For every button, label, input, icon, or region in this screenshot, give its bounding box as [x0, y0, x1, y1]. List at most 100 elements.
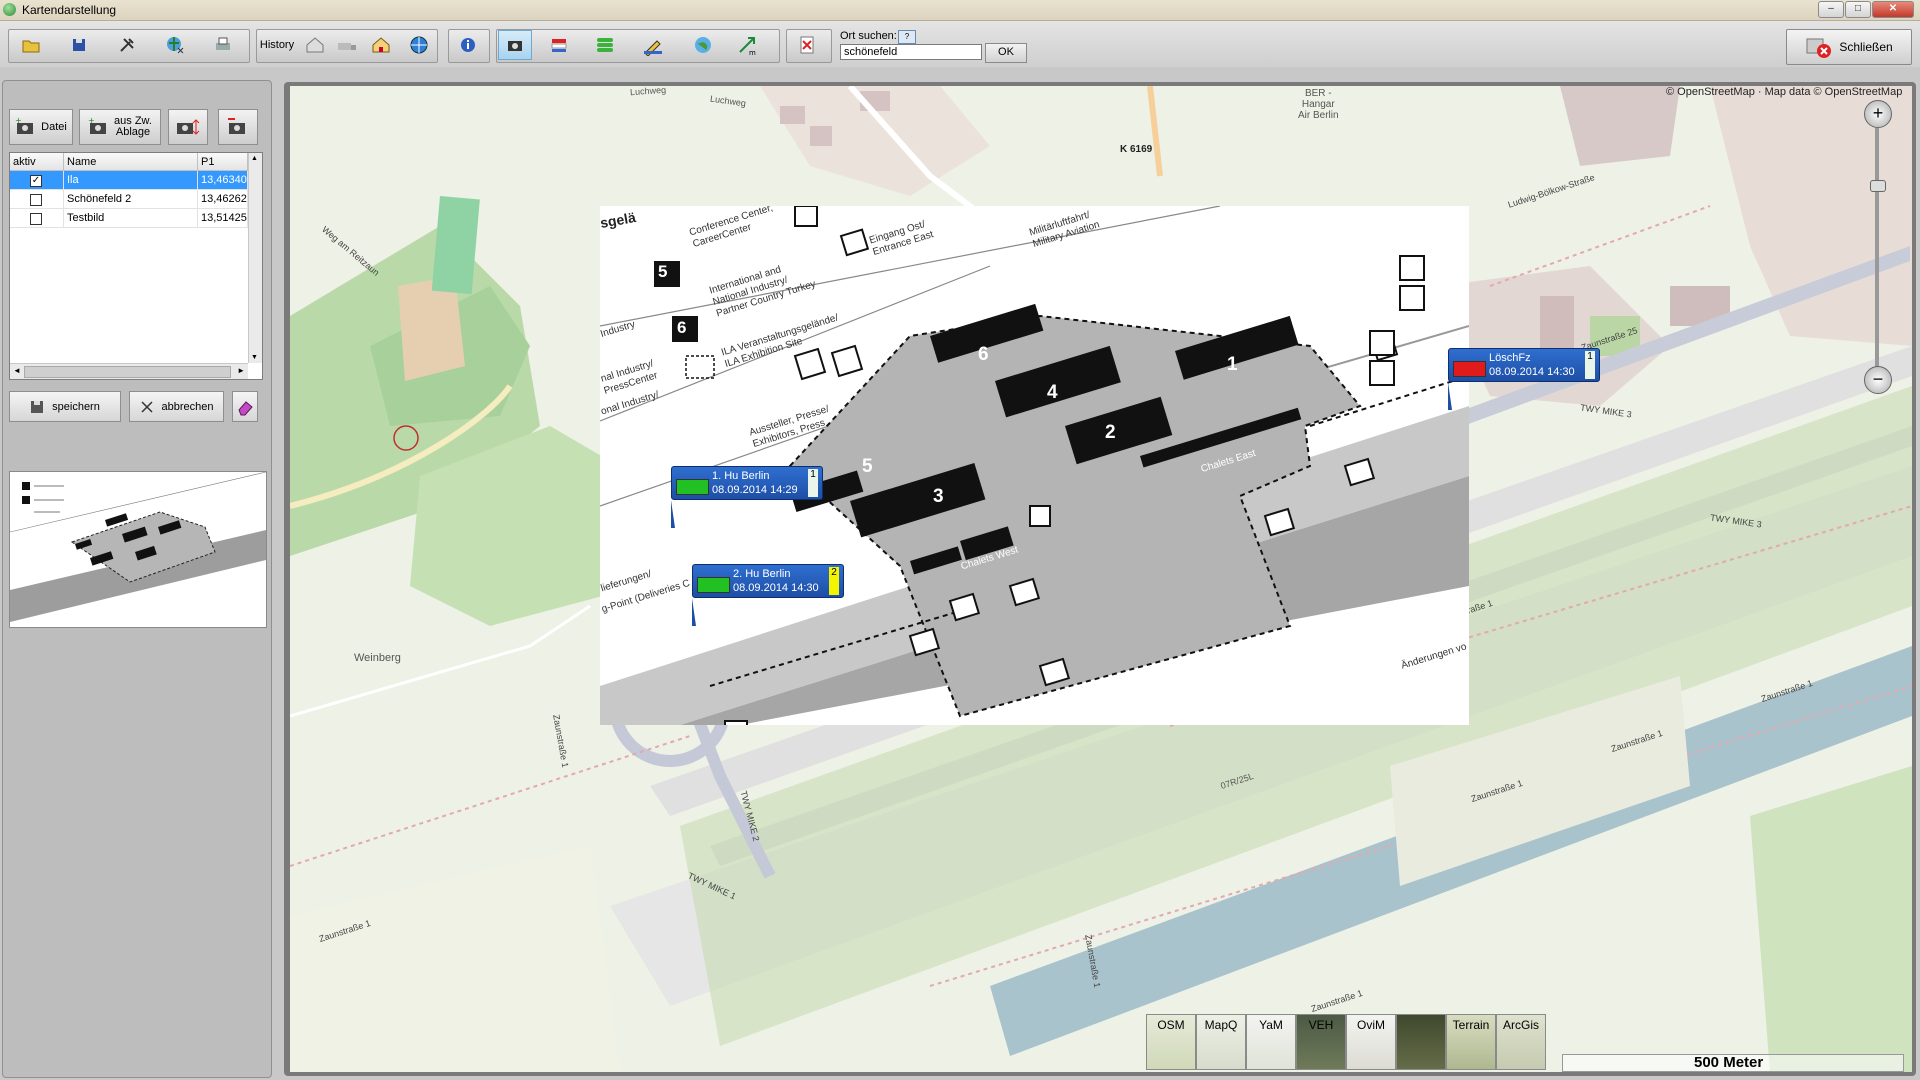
map-label-ber: BER - Hangar Air Berlin: [1298, 88, 1339, 121]
cancel-button[interactable]: abbrechen: [129, 391, 224, 422]
minimize-button[interactable]: –: [1818, 1, 1844, 18]
layer-veh[interactable]: VEH: [1296, 1014, 1346, 1070]
layer-yam[interactable]: YaM: [1246, 1014, 1296, 1070]
search-help-icon[interactable]: ?: [898, 30, 916, 44]
marker-status-swatch: [697, 577, 730, 593]
name-cell: Schönefeld 2: [64, 190, 198, 209]
remove-image-button[interactable]: [218, 109, 258, 145]
web-globe-icon: [410, 36, 428, 54]
map-marker-hu-berlin-2[interactable]: 2. Hu Berlin 08.09.2014 14:30 2: [692, 564, 844, 598]
save-button[interactable]: speichern: [9, 391, 121, 422]
move-image-button[interactable]: [168, 109, 208, 145]
scale-label: 500 Meter: [1694, 1054, 1764, 1071]
scroll-down-icon[interactable]: ▼: [251, 354, 258, 361]
layer-ovim[interactable]: OviM: [1346, 1014, 1396, 1070]
layer-satellite[interactable]: [1396, 1014, 1446, 1070]
globe-icon: [167, 37, 184, 54]
active-cell: ✓: [10, 171, 64, 190]
eraser-button[interactable]: [232, 391, 258, 422]
hall-1-label: 1: [1227, 354, 1238, 375]
active-cell: [10, 209, 64, 228]
globe-delete-button[interactable]: [158, 30, 192, 60]
active-checkbox[interactable]: [30, 194, 42, 206]
camera-icon: [508, 41, 522, 51]
col-active-header[interactable]: aktiv: [10, 153, 64, 171]
layer-mapq[interactable]: MapQ: [1196, 1014, 1246, 1070]
layer-flags-button[interactable]: [542, 30, 576, 60]
stacked-layers-button[interactable]: [588, 30, 622, 60]
marker-badge: 2: [829, 567, 839, 595]
col-name-header[interactable]: Name: [64, 153, 198, 171]
draw-button[interactable]: [636, 30, 670, 60]
zoom-out-button[interactable]: −: [1864, 366, 1892, 394]
info-icon: [461, 38, 475, 52]
house-pin-icon: [372, 37, 390, 53]
camera-move-icon: [177, 119, 200, 135]
info-button[interactable]: [451, 30, 485, 60]
table-vertical-scrollbar[interactable]: ▲ ▼: [248, 153, 262, 363]
svg-text:+: +: [88, 118, 95, 125]
close-map-button[interactable]: Schließen: [1786, 29, 1912, 65]
image-overlay-button[interactable]: [498, 30, 532, 60]
marker-time: 08.09.2014 14:30: [733, 582, 819, 594]
table-row[interactable]: ✓ Ila 13,463407: [10, 171, 248, 190]
hall-3-label: 3: [933, 486, 944, 507]
camera-add-icon: +: [15, 118, 34, 134]
map-marker-hu-berlin-1[interactable]: 1. Hu Berlin 08.09.2014 14:29 1: [671, 466, 823, 500]
zoom-control: + −: [1862, 100, 1892, 440]
scroll-thumb[interactable]: [24, 366, 231, 378]
maximize-button[interactable]: □: [1845, 1, 1871, 18]
add-from-file-button[interactable]: + Datei: [9, 109, 73, 145]
close-window-button[interactable]: ✕: [1872, 1, 1914, 18]
save-map-button[interactable]: [62, 30, 96, 60]
marker-title: LöschFz: [1489, 352, 1531, 364]
zoom-slider-handle[interactable]: [1870, 180, 1886, 192]
scroll-right-icon[interactable]: ►: [237, 366, 245, 375]
home-marker-button[interactable]: [364, 30, 398, 60]
measure-button[interactable]: m: [730, 30, 764, 60]
active-checkbox[interactable]: ✓: [30, 175, 42, 187]
pencil-ruler-icon: [644, 40, 662, 56]
table-row[interactable]: Testbild 13,514253: [10, 209, 248, 228]
open-folder-button[interactable]: [14, 30, 48, 60]
home-button[interactable]: [298, 30, 332, 60]
scroll-up-icon[interactable]: ▲: [251, 155, 258, 162]
search-ok-button[interactable]: OK: [985, 43, 1027, 63]
marker-pointer: [671, 500, 675, 528]
col-p1-header[interactable]: P1: [198, 153, 248, 171]
map-marker-loeschfz[interactable]: LöschFz 08.09.2014 14:30 1: [1448, 348, 1600, 382]
table-horizontal-scrollbar[interactable]: ◄ ►: [10, 363, 248, 379]
clear-button[interactable]: [790, 30, 824, 60]
title-bar: Kartendarstellung – □ ✕: [0, 0, 1920, 21]
active-checkbox[interactable]: [30, 213, 42, 225]
camera-remove-icon: [228, 118, 245, 134]
scroll-left-icon[interactable]: ◄: [13, 366, 21, 375]
cancel-label: abbrechen: [161, 400, 214, 413]
name-cell: Ila: [64, 171, 198, 190]
marker-time: 08.09.2014 14:30: [1489, 366, 1575, 378]
map-label-ber-line2: Hangar: [1301, 99, 1335, 110]
layer-terrain[interactable]: Terrain: [1446, 1014, 1496, 1070]
add-from-clipboard-button[interactable]: + aus Zw. Ablage: [79, 109, 161, 145]
hall-2-label: 2: [1105, 422, 1116, 443]
delete-doc-icon: [800, 36, 814, 54]
window-title: Kartendarstellung: [22, 3, 117, 17]
zoom-in-button[interactable]: +: [1864, 100, 1892, 128]
tools-button[interactable]: [110, 30, 144, 60]
layer-osm[interactable]: OSM: [1146, 1014, 1196, 1070]
thumbnail-plan-image: [10, 472, 266, 627]
layer-arcgis[interactable]: ArcGis: [1496, 1014, 1546, 1070]
globe-web-button[interactable]: [402, 30, 436, 60]
search-input[interactable]: [840, 44, 982, 60]
tools-icon: [120, 38, 134, 52]
svg-text:m: m: [749, 49, 756, 56]
zoom-track[interactable]: [1875, 128, 1879, 368]
history-button[interactable]: History: [258, 30, 296, 60]
clipboard-label: aus Zw. Ablage: [114, 116, 152, 138]
table-row[interactable]: Schönefeld 2 13,462625: [10, 190, 248, 209]
floppy-icon: [31, 400, 44, 413]
print-button[interactable]: [206, 30, 240, 60]
vehicle-button[interactable]: [330, 30, 364, 60]
globe-layers-button[interactable]: [686, 30, 720, 60]
map-label-ber-line3: Air Berlin: [1298, 110, 1339, 121]
